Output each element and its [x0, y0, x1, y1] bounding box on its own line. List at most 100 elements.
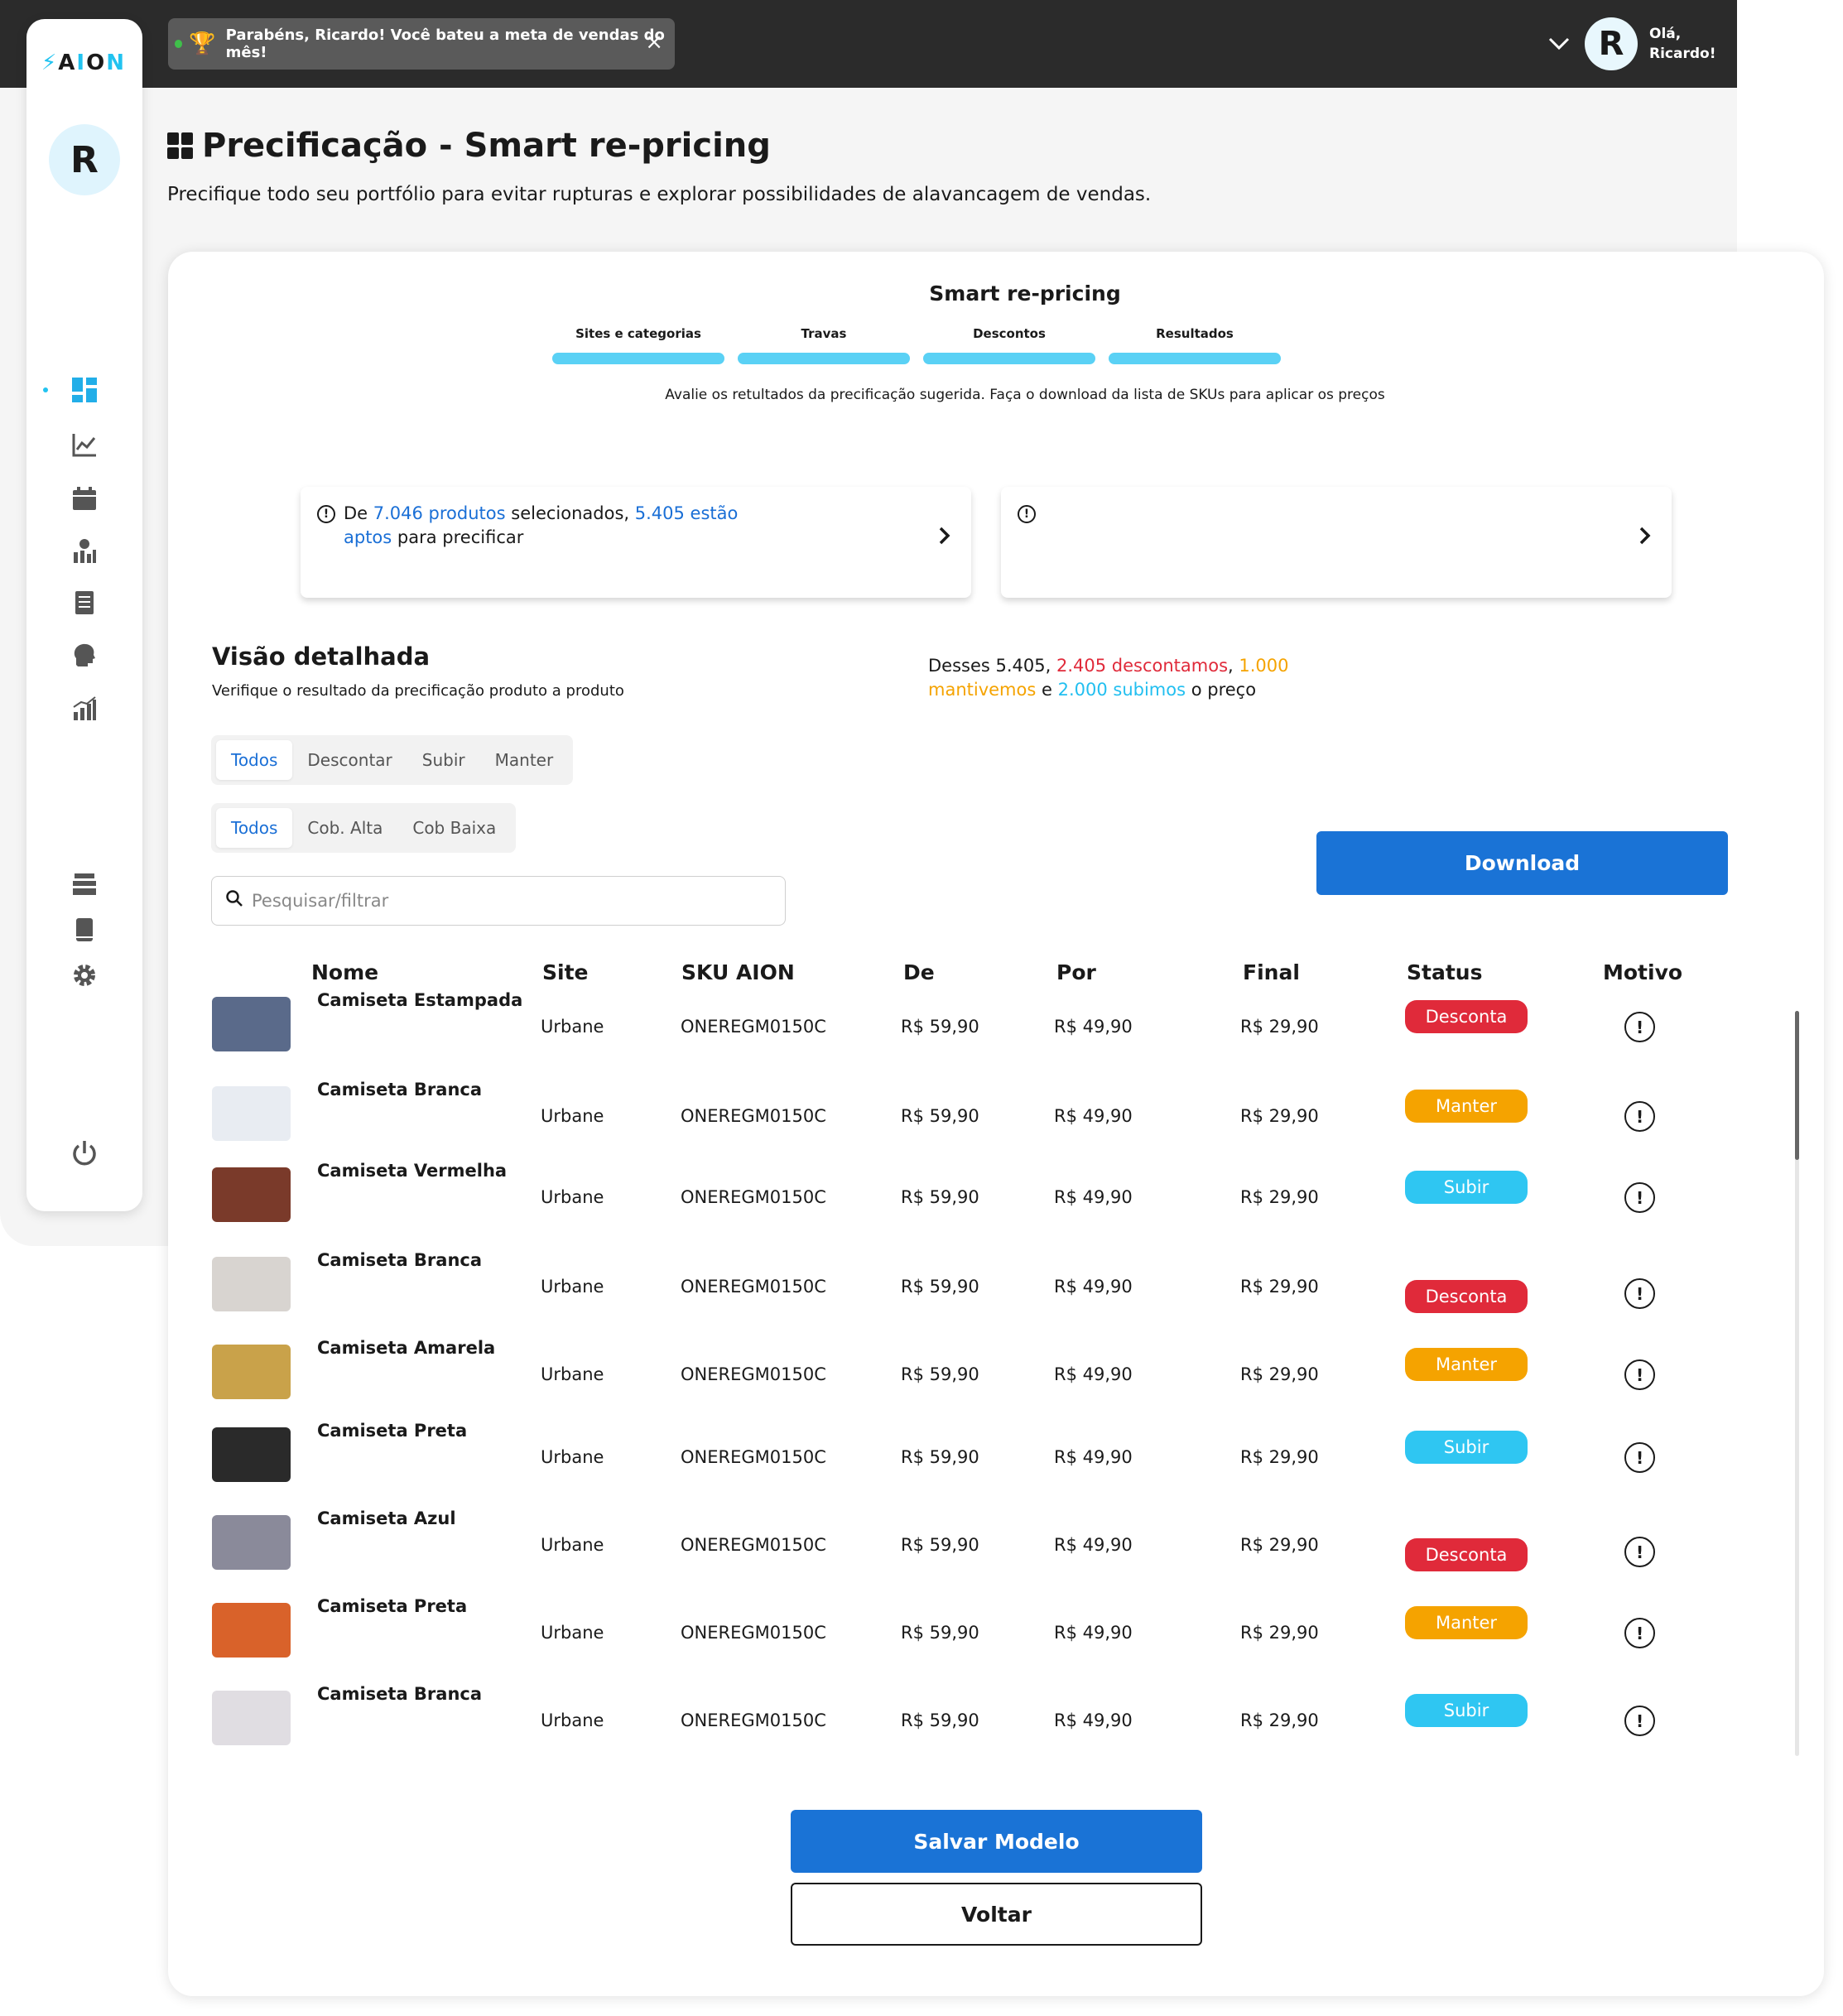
search-input[interactable]: [252, 891, 748, 911]
reason-alert-icon[interactable]: !: [1624, 1359, 1655, 1390]
sidebar-avatar[interactable]: R: [49, 124, 120, 195]
col-header-site[interactable]: Site: [542, 960, 588, 984]
product-site: Urbane: [541, 1017, 604, 1037]
filter-manter[interactable]: Manter: [480, 740, 569, 780]
reason-alert-icon[interactable]: !: [1624, 1101, 1655, 1132]
reason-alert-icon[interactable]: !: [1624, 1618, 1655, 1648]
back-button[interactable]: Voltar: [791, 1883, 1202, 1946]
filter-cob-alta[interactable]: Cob. Alta: [292, 808, 397, 848]
secondary-info-card[interactable]: !: [1001, 487, 1672, 598]
page-title: Precificação - Smart re-pricing: [202, 127, 771, 165]
product-name: Camiseta Branca: [317, 1684, 483, 1704]
brain-head-icon[interactable]: [68, 638, 101, 671]
price-por: R$ 49,90: [1054, 1623, 1133, 1643]
reason-alert-icon[interactable]: !: [1624, 1537, 1655, 1567]
col-header-nome[interactable]: Nome: [311, 960, 378, 984]
table-row[interactable]: Camiseta Estampada Urbane ONEREGM0150C R$ 5…: [168, 990, 1824, 1055]
close-icon[interactable]: ×: [645, 30, 663, 55]
toast-message: Parabéns, Ricardo! Você bateu a meta de …: [225, 26, 665, 61]
save-model-button[interactable]: Salvar Modelo: [791, 1810, 1202, 1873]
product-sku: ONEREGM0150C: [681, 1277, 826, 1297]
status-badge[interactable]: Subir: [1405, 1171, 1528, 1204]
user-greeting: Olá, Ricardo!: [1649, 24, 1715, 64]
table-row[interactable]: Camiseta Branca Urbane ONEREGM0150C R$ 59,9…: [168, 1684, 1824, 1749]
eligible-products-card[interactable]: ! De 7.046 produtos selecionados, 5.405 …: [301, 487, 971, 598]
product-sku: ONEREGM0150C: [681, 1535, 826, 1555]
reason-alert-icon[interactable]: !: [1624, 1442, 1655, 1473]
product-name: Camiseta Amarela: [317, 1338, 496, 1358]
summary-part: e: [1036, 680, 1058, 700]
status-badge[interactable]: Manter: [1405, 1348, 1528, 1381]
price-por: R$ 49,90: [1054, 1277, 1133, 1297]
col-header-status[interactable]: Status: [1407, 960, 1482, 984]
table-row[interactable]: Camiseta Vermelha Urbane ONEREGM0150C R$ 59…: [168, 1161, 1824, 1225]
filter-todos[interactable]: Todos: [216, 740, 293, 780]
product-sku: ONEREGM0150C: [681, 1364, 826, 1384]
price-final: R$ 29,90: [1240, 1623, 1319, 1643]
product-site: Urbane: [541, 1277, 604, 1297]
top-bar: 🏆 Parabéns, Ricardo! Você bateu a meta d…: [0, 0, 1737, 88]
info-text-part: 7.046 produtos: [373, 503, 506, 523]
status-badge[interactable]: Desconta: [1405, 1000, 1528, 1033]
money-bars-icon[interactable]: [68, 535, 101, 568]
col-header-sku[interactable]: SKU AION: [681, 960, 795, 984]
status-badge[interactable]: Desconta: [1405, 1538, 1528, 1571]
power-icon[interactable]: [68, 1137, 101, 1170]
status-badge[interactable]: Manter: [1405, 1606, 1528, 1639]
table-row[interactable]: Camiseta Branca Urbane ONEREGM0150C R$ 59,9…: [168, 1080, 1824, 1144]
page-heading: Precificação - Smart re-pricing: [167, 127, 771, 165]
avatar[interactable]: R: [1585, 17, 1638, 70]
dashboard-icon[interactable]: [68, 373, 101, 407]
price-de: R$ 59,90: [901, 1710, 979, 1730]
stack-icon[interactable]: [68, 867, 101, 900]
col-header-por[interactable]: Por: [1056, 960, 1096, 984]
reason-alert-icon[interactable]: !: [1624, 1182, 1655, 1213]
table-row[interactable]: Camiseta Amarela Urbane ONEREGM0150C R$ 59,…: [168, 1338, 1824, 1403]
status-badge[interactable]: Subir: [1405, 1431, 1528, 1464]
checklist-icon[interactable]: [68, 586, 101, 619]
price-de: R$ 59,90: [901, 1364, 979, 1384]
col-header-motivo[interactable]: Motivo: [1603, 960, 1682, 984]
table-scrollbar[interactable]: [1795, 1011, 1799, 1756]
table-row[interactable]: Camiseta Azul Urbane ONEREGM0150C R$ 59,90 R…: [168, 1508, 1824, 1573]
table-row[interactable]: Camiseta Preta Urbane ONEREGM0150C R$ 59,90…: [168, 1596, 1824, 1661]
user-menu[interactable]: R Olá, Ricardo!: [1548, 15, 1715, 73]
product-sku: ONEREGM0150C: [681, 1710, 826, 1730]
product-site: Urbane: [541, 1447, 604, 1467]
book-icon[interactable]: [68, 913, 101, 946]
step-travas[interactable]: Travas: [738, 326, 910, 341]
table-row[interactable]: Camiseta Branca Urbane ONEREGM0150C R$ 59,9…: [168, 1250, 1824, 1315]
download-button[interactable]: Download: [1316, 831, 1728, 895]
calendar-icon[interactable]: [68, 482, 101, 515]
col-header-de[interactable]: De: [903, 960, 935, 984]
chevron-down-icon[interactable]: [1548, 31, 1570, 56]
reason-alert-icon[interactable]: !: [1624, 1012, 1655, 1042]
scrollbar-thumb[interactable]: [1795, 1011, 1799, 1160]
price-por: R$ 49,90: [1054, 1017, 1133, 1037]
filter-todos[interactable]: Todos: [216, 808, 293, 848]
chevron-right-icon[interactable]: [1638, 523, 1652, 552]
growth-bars-icon[interactable]: [68, 692, 101, 725]
step-resultados[interactable]: Resultados: [1109, 326, 1281, 341]
chevron-right-icon[interactable]: [938, 523, 951, 552]
status-badge[interactable]: Subir: [1405, 1694, 1528, 1727]
step-descontos[interactable]: Descontos: [923, 326, 1095, 341]
filter-cob-baixa[interactable]: Cob Baixa: [397, 808, 511, 848]
filter-descontar[interactable]: Descontar: [292, 740, 407, 780]
reason-alert-icon[interactable]: !: [1624, 1278, 1655, 1309]
logo-mark-icon: ⚡: [41, 51, 59, 75]
table-row[interactable]: Camiseta Preta Urbane ONEREGM0150C R$ 59,90…: [168, 1421, 1824, 1485]
gear-icon[interactable]: [68, 959, 101, 992]
price-de: R$ 59,90: [901, 1623, 979, 1643]
trend-chart-icon[interactable]: [68, 428, 101, 461]
status-badge[interactable]: Manter: [1405, 1090, 1528, 1123]
filter-subir[interactable]: Subir: [407, 740, 480, 780]
status-badge[interactable]: Desconta: [1405, 1280, 1528, 1313]
pricing-summary: Desses 5.405, 2.405 descontamos, 1.000 m…: [928, 654, 1309, 702]
reason-alert-icon[interactable]: !: [1624, 1706, 1655, 1736]
price-por: R$ 49,90: [1054, 1447, 1133, 1467]
col-header-final[interactable]: Final: [1243, 960, 1300, 984]
product-thumbnail: [212, 1427, 291, 1482]
step-sites[interactable]: Sites e categorias: [552, 326, 724, 341]
achievement-toast: 🏆 Parabéns, Ricardo! Você bateu a meta d…: [168, 18, 675, 70]
